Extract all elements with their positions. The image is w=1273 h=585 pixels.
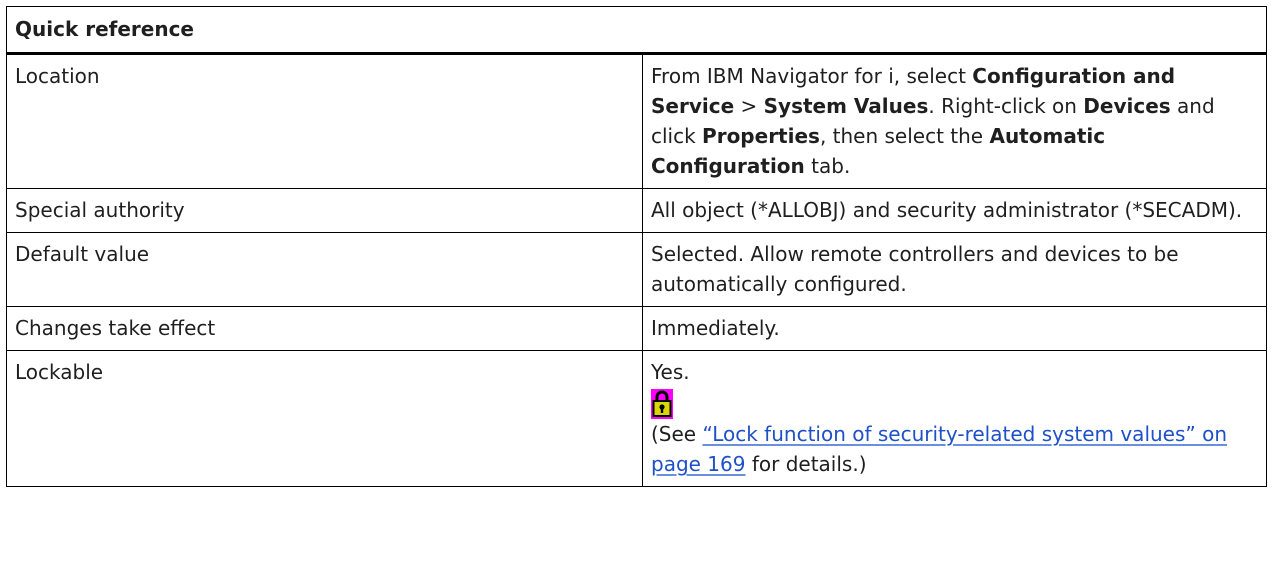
row-label: Lockable [6,350,643,487]
menu-path-devices: Devices [1083,94,1171,118]
menu-path-properties: Properties [702,124,820,148]
value-text: > [734,94,764,118]
value-text: From IBM Navigator for i, select [651,64,973,88]
row-label: Special authority [6,188,643,233]
table-row-location: Location From IBM Navigator for i, selec… [6,53,1267,189]
menu-path-system-values: System Values [763,94,929,118]
row-label: Default value [6,232,643,307]
table-row-special-authority: Special authority All object (*ALLOBJ) a… [6,188,1267,233]
table-header: Quick reference [6,6,1267,55]
lockable-value-text: Yes. [651,360,690,384]
row-value: Yes. (See “Lock function of security-rel… [642,350,1267,487]
note-close: for details.) [745,452,867,476]
row-label: Location [6,53,643,189]
value-text: , then select the [819,124,990,148]
row-value: Immediately. [642,306,1267,351]
table-row-lockable: Lockable Yes. (See “Lock function of sec… [6,350,1267,487]
row-value: From IBM Navigator for i, select Configu… [642,53,1267,189]
table-header-row: Quick reference [6,6,1267,55]
value-text: tab. [804,154,851,178]
note-open: (See [651,422,703,446]
table-row-default-value: Default value Selected. Allow remote con… [6,232,1267,307]
row-value: Selected. Allow remote controllers and d… [642,232,1267,307]
lock-icon [651,389,673,419]
row-value: All object (*ALLOBJ) and security admini… [642,188,1267,233]
table-row-changes-take-effect: Changes take effect Immediately. [6,306,1267,351]
lock-function-link[interactable]: “Lock function of security-related syste… [651,422,1227,476]
row-label: Changes take effect [6,306,643,351]
value-text: . Right-click on [928,94,1084,118]
quick-reference-table: Quick reference Location From IBM Naviga… [6,6,1267,487]
